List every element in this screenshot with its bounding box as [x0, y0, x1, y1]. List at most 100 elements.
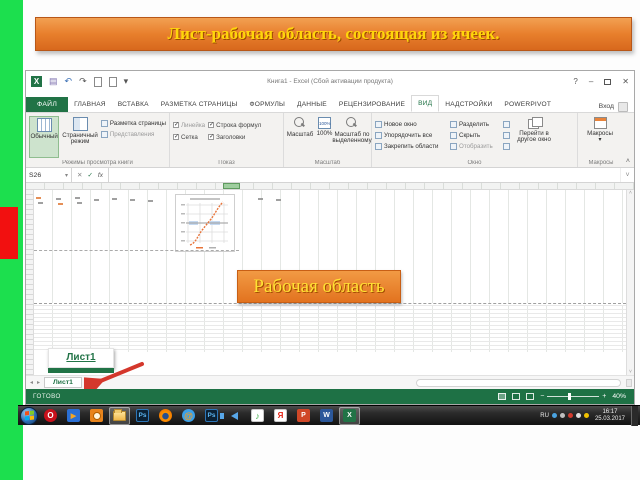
vertical-scrollbar[interactable]: ˄ ˅	[626, 190, 634, 376]
zoom-track[interactable]	[547, 393, 600, 401]
windows-taskbar: O ▶ Ps @ Ps ♪ Я P W X RU 16:17 25.03.201…	[18, 405, 640, 426]
freeze-panes-button[interactable]: Закрепить области	[375, 142, 447, 150]
tab-data[interactable]: ДАННЫЕ	[291, 97, 333, 112]
language-indicator[interactable]: RU	[540, 413, 549, 419]
tray-volume-icon[interactable]	[575, 413, 581, 418]
unhide-icon	[450, 142, 457, 150]
help-icon[interactable]: ?	[573, 77, 577, 86]
formula-bar-checkbox[interactable]: ✓ Строка формул	[208, 122, 261, 129]
embedded-chart[interactable]	[175, 194, 235, 253]
zoom-to-selection-button[interactable]: Масштаб по выделенному	[332, 116, 372, 159]
tab-page-layout[interactable]: РАЗМЕТКА СТРАНИЦЫ	[155, 97, 244, 112]
taskbar-photo-viewer[interactable]	[86, 407, 107, 425]
zoom-out-icon[interactable]: −	[540, 393, 544, 400]
macros-button[interactable]: Макросы ▾	[581, 116, 619, 159]
tray-shield-icon[interactable]	[551, 413, 557, 418]
taskbar-photoshop-2[interactable]: Ps	[201, 407, 222, 425]
reset-window-position-icon[interactable]	[503, 142, 510, 150]
cancel-icon[interactable]: ✕	[77, 171, 82, 179]
scrollbar-split-handle[interactable]	[626, 379, 632, 388]
ruler-checkbox[interactable]: ✓ Линейка	[173, 122, 205, 129]
page-break-view-button[interactable]: Страничный режим	[62, 116, 98, 159]
show-desktop-button[interactable]	[631, 405, 638, 426]
zoom-level[interactable]: 40%	[612, 393, 626, 400]
normal-view-button[interactable]: Обычный	[29, 115, 60, 159]
zoom-in-icon[interactable]: +	[602, 393, 606, 400]
name-box[interactable]: S26 ▾	[26, 168, 72, 183]
column-headers[interactable]	[26, 183, 634, 191]
taskbar-powerpoint[interactable]: P	[293, 407, 314, 425]
tab-view[interactable]: ВИД	[411, 94, 440, 112]
tray-arrow-icon[interactable]	[559, 413, 565, 418]
taskbar-firefox[interactable]	[155, 407, 176, 425]
tab-review[interactable]: РЕЦЕНЗИРОВАНИЕ	[333, 97, 411, 112]
media-player-icon: ▶	[67, 409, 80, 422]
switch-windows-button[interactable]: Перейти в другое окно	[513, 116, 555, 159]
split-button[interactable]: Разделить	[450, 120, 500, 128]
sign-in[interactable]: Вход	[599, 101, 634, 112]
touch-mode-icon[interactable]	[108, 76, 117, 87]
expand-formula-bar-icon[interactable]: ˅	[620, 168, 634, 183]
headings-checkbox[interactable]: ✓ Заголовки	[208, 134, 261, 141]
zoom-button[interactable]: Масштаб	[287, 116, 313, 159]
new-window-button[interactable]: Новое окно	[375, 120, 447, 128]
horizontal-scrollbar[interactable]	[416, 379, 621, 388]
taskbar-explorer[interactable]	[109, 406, 130, 425]
zoom-knob[interactable]	[568, 393, 572, 401]
gridlines-checkbox[interactable]: ✓ Сетка	[173, 134, 205, 141]
worksheet-area[interactable]: Рабочая область Лист1 ˄ ˅	[26, 190, 634, 376]
taskbar-clock[interactable]: 16:17 25.03.2017	[595, 409, 625, 423]
tab-powerpivot[interactable]: POWERPIVOT	[498, 97, 557, 112]
undo-icon[interactable]: ↶	[65, 76, 73, 87]
taskbar-volume[interactable]	[220, 407, 245, 425]
synchronous-scrolling-icon[interactable]	[503, 131, 510, 139]
cell-data-mark	[36, 197, 41, 200]
row-headers[interactable]	[26, 190, 34, 376]
tab-formulas[interactable]: ФОРМУЛЫ	[244, 97, 292, 112]
redo-icon[interactable]: ↷	[79, 76, 87, 87]
taskbar-media-player[interactable]: ▶	[63, 407, 84, 425]
sheet-tab-list1[interactable]: Лист1	[44, 377, 82, 389]
taskbar-yandex[interactable]: Я	[270, 407, 291, 425]
page-layout-button[interactable]: Разметка страницы	[100, 119, 166, 127]
print-preview-icon[interactable]	[93, 76, 102, 87]
taskbar-word[interactable]: W	[316, 407, 337, 425]
custom-views-icon	[100, 130, 108, 138]
zoom-slider[interactable]: − +	[540, 393, 606, 401]
normal-view-icon[interactable]	[498, 393, 507, 401]
next-sheet-icon[interactable]: ▸	[37, 379, 40, 386]
collapse-ribbon-icon[interactable]: ˄	[626, 158, 630, 165]
tab-addins[interactable]: НАДСТРОЙКИ	[439, 97, 498, 112]
start-button[interactable]	[20, 406, 38, 425]
tab-home[interactable]: ГЛАВНАЯ	[68, 97, 112, 112]
close-button[interactable]: ✕	[622, 77, 629, 86]
prev-sheet-icon[interactable]: ◂	[30, 379, 33, 386]
taskbar-photoshop[interactable]: Ps	[132, 407, 153, 425]
page-break-view-icon[interactable]	[526, 393, 535, 401]
insert-function-icon[interactable]: fx	[98, 172, 103, 179]
minimize-button[interactable]: –	[589, 77, 593, 86]
taskbar-audio-app[interactable]: ♪	[247, 407, 268, 425]
tray-battery-icon[interactable]	[583, 413, 589, 418]
unhide-button[interactable]: Отобразить	[450, 142, 500, 150]
hide-button[interactable]: Скрыть	[450, 131, 500, 139]
custom-views-button[interactable]: Представления	[100, 130, 166, 138]
formula-input[interactable]	[108, 168, 620, 183]
headings-label: Заголовки	[216, 133, 246, 141]
zoom-100-button[interactable]: 100% 100%	[316, 116, 333, 159]
enter-icon[interactable]: ✓	[87, 171, 92, 179]
scroll-up-icon[interactable]: ˄	[629, 190, 632, 196]
taskbar-opera[interactable]: O	[40, 407, 61, 425]
taskbar-excel[interactable]: X	[339, 406, 360, 425]
arrange-all-button[interactable]: Упорядочить все	[375, 131, 447, 139]
page-layout-view-icon[interactable]	[512, 393, 521, 401]
tab-file[interactable]: ФАЙЛ	[26, 96, 69, 112]
save-icon[interactable]: ▤	[49, 76, 58, 87]
taskbar-mail-agent[interactable]: @	[178, 407, 199, 425]
qat-customize-icon[interactable]: ▾	[124, 76, 129, 87]
group-label: Режимы просмотра книги	[62, 160, 133, 167]
tab-insert[interactable]: ВСТАВКА	[112, 97, 155, 112]
view-side-by-side-icon[interactable]	[503, 120, 510, 128]
tray-alert-icon[interactable]	[567, 413, 573, 418]
restore-button[interactable]	[604, 78, 612, 85]
